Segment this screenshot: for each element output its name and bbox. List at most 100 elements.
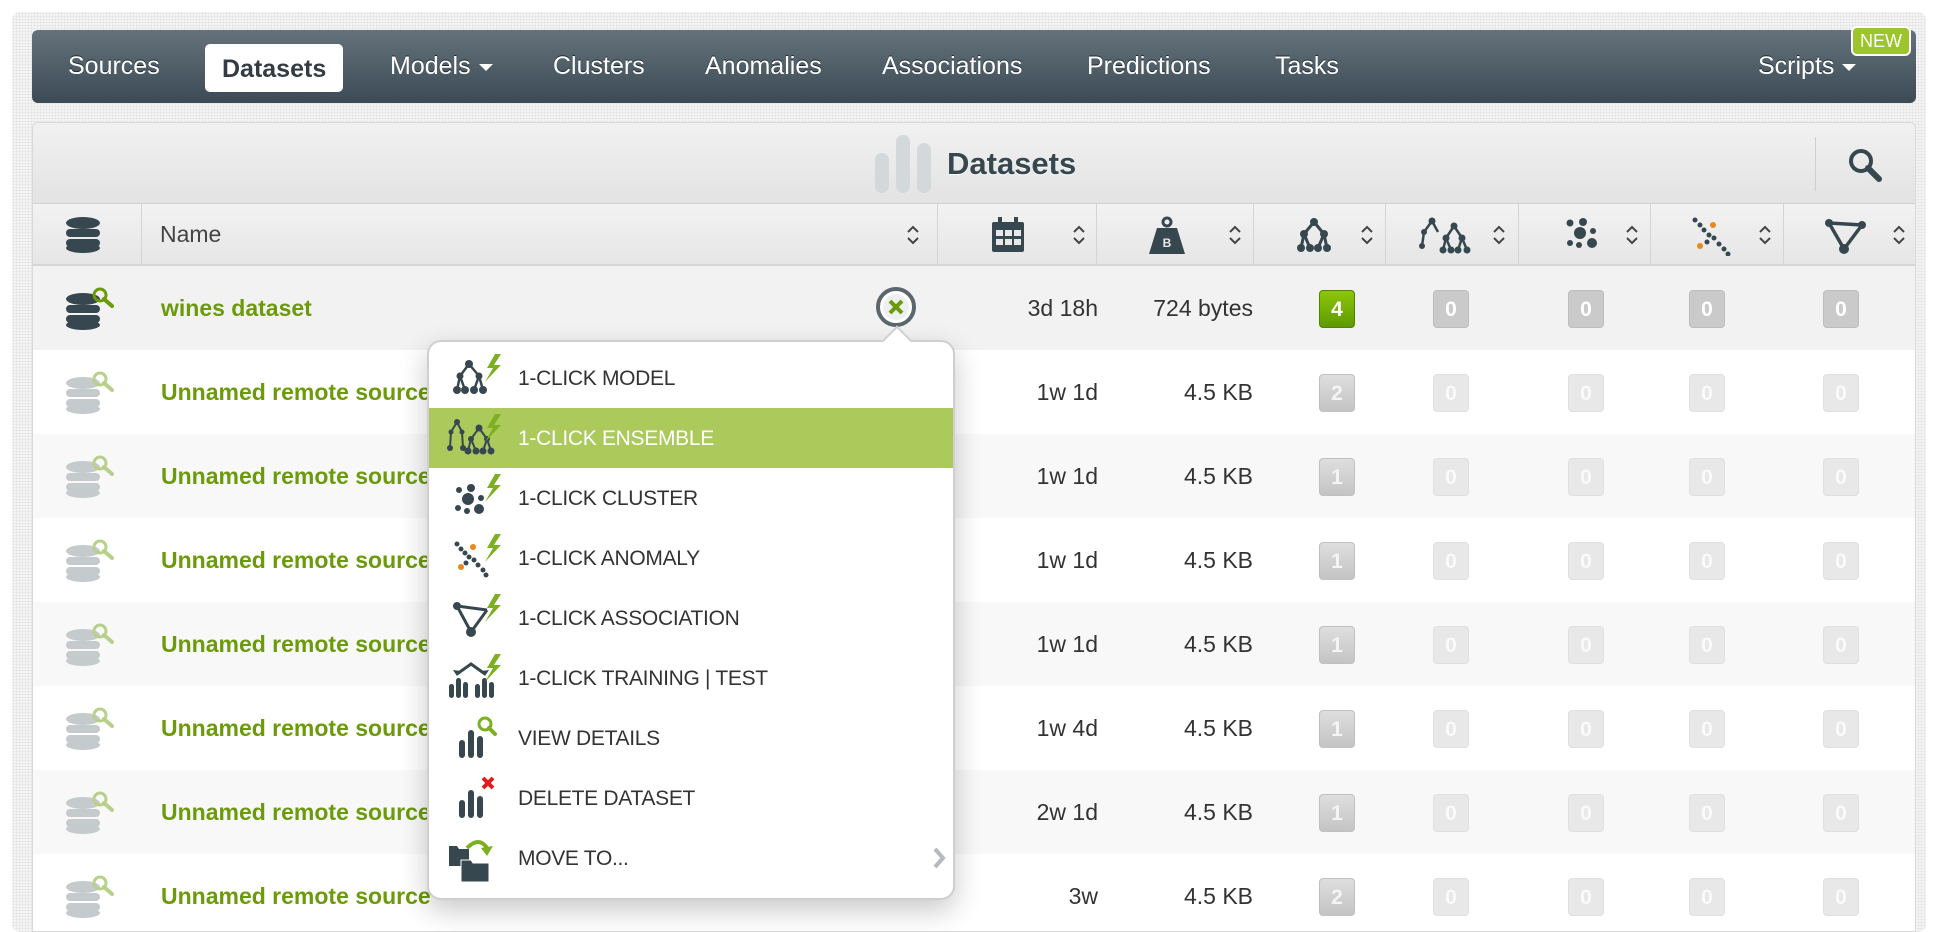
nav-tasks[interactable]: Tasks (1275, 30, 1339, 103)
table-row[interactable]: Unnamed remote source 1w 4d 4.5 KB 1 0 0 0 0 (33, 686, 1915, 770)
sort-icon[interactable] (1492, 224, 1506, 246)
associations-count-badge[interactable]: 0 (1823, 374, 1859, 412)
clusters-count-badge[interactable]: 0 (1568, 374, 1604, 412)
table-row[interactable]: Unnamed remote source 1w 1d 4.5 KB 1 0 0 0 0 (33, 434, 1915, 518)
menu-item-label: 1-CLICK MODEL (518, 367, 676, 390)
dataset-name-link[interactable]: Unnamed remote source (161, 770, 431, 854)
anomalies-count-badge[interactable]: 0 (1689, 542, 1725, 580)
clusters-count-badge[interactable]: 0 (1568, 878, 1604, 916)
anomalies-count-badge[interactable]: 0 (1689, 710, 1725, 748)
associations-count-badge[interactable]: 0 (1823, 626, 1859, 664)
sort-icon[interactable] (1072, 224, 1086, 246)
models-count-badge[interactable]: 1 (1319, 794, 1355, 832)
ensembles-count-badge[interactable]: 0 (1433, 794, 1469, 832)
column-name[interactable]: Name (142, 204, 938, 264)
dataset-name-link[interactable]: Unnamed remote source (161, 434, 431, 518)
ensembles-count-badge[interactable]: 0 (1433, 458, 1469, 496)
column-size[interactable]: B (1097, 204, 1254, 264)
associations-count-badge[interactable]: 0 (1823, 710, 1859, 748)
dataset-age: 1w 1d (1036, 547, 1098, 573)
nav-associations[interactable]: Associations (882, 30, 1022, 103)
anomalies-count-badge[interactable]: 0 (1689, 458, 1725, 496)
column-clusters[interactable] (1519, 204, 1651, 264)
models-count-badge[interactable]: 1 (1319, 542, 1355, 580)
dataset-age: 1w 4d (1036, 715, 1098, 741)
table-row[interactable]: wines dataset 3d 18h 724 bytes 4 0 0 0 0 (33, 266, 1915, 350)
menu-item-one-click-association[interactable]: 1-CLICK ASSOCIATION (429, 588, 953, 648)
clusters-count-badge[interactable]: 0 (1568, 794, 1604, 832)
nav-scripts[interactable]: Scripts (1758, 30, 1857, 103)
sort-icon[interactable] (1758, 224, 1772, 246)
models-count-badge[interactable]: 1 (1319, 458, 1355, 496)
nav-predictions[interactable]: Predictions (1087, 30, 1211, 103)
table-row[interactable]: Unnamed remote source 1w 1d 4.5 KB 1 0 0 0 0 (33, 518, 1915, 602)
column-associations[interactable] (1784, 204, 1915, 264)
anomalies-count-badge[interactable]: 0 (1689, 374, 1725, 412)
menu-item-move-to[interactable]: MOVE TO... (429, 828, 953, 888)
models-count-badge[interactable]: 2 (1319, 374, 1355, 412)
models-count-badge[interactable]: 1 (1319, 710, 1355, 748)
anomalies-count-badge[interactable]: 0 (1689, 626, 1725, 664)
column-models[interactable] (1254, 204, 1386, 264)
ensembles-count-badge[interactable]: 0 (1433, 290, 1469, 328)
models-count-badge[interactable]: 2 (1319, 878, 1355, 916)
sort-icon[interactable] (1228, 224, 1242, 246)
associations-count-badge[interactable]: 0 (1823, 878, 1859, 916)
nav-models[interactable]: Models (390, 30, 493, 103)
associations-count-badge[interactable]: 0 (1823, 290, 1859, 328)
ensembles-count-badge[interactable]: 0 (1433, 710, 1469, 748)
dataset-name-link[interactable]: Unnamed remote source (161, 350, 431, 434)
nav-anomalies[interactable]: Anomalies (705, 30, 822, 103)
dataset-name-link[interactable]: Unnamed remote source (161, 518, 431, 602)
nav-sources[interactable]: Sources (68, 30, 160, 103)
clusters-count-badge[interactable]: 0 (1568, 458, 1604, 496)
clusters-count-badge[interactable]: 0 (1568, 626, 1604, 664)
column-anomalies[interactable] (1651, 204, 1784, 264)
menu-item-one-click-model[interactable]: 1-CLICK MODEL (429, 348, 953, 408)
close-menu-icon[interactable] (876, 287, 916, 327)
clusters-count-badge[interactable]: 0 (1568, 290, 1604, 328)
menu-item-delete-dataset[interactable]: DELETE DATASET (429, 768, 953, 828)
table-row[interactable]: Unnamed remote source 1w 1d 4.5 KB 1 0 0 0 0 (33, 602, 1915, 686)
menu-item-one-click-cluster[interactable]: 1-CLICK CLUSTER (429, 468, 953, 528)
ensembles-count-badge[interactable]: 0 (1433, 374, 1469, 412)
dataset-name-link[interactable]: wines dataset (161, 266, 312, 350)
nav-datasets[interactable]: Datasets (205, 44, 344, 92)
column-ensembles[interactable] (1386, 204, 1519, 264)
table-row[interactable]: Unnamed remote source 1w 1d 4.5 KB 2 0 0 0 0 (33, 350, 1915, 434)
sort-icon[interactable] (1625, 224, 1639, 246)
menu-item-label: 1-CLICK TRAINING | TEST (518, 667, 768, 690)
models-count-badge[interactable]: 1 (1319, 626, 1355, 664)
datasets-logo-icon (875, 135, 931, 193)
sort-icon[interactable] (906, 224, 920, 246)
anomalies-count-badge[interactable]: 0 (1689, 794, 1725, 832)
dataset-size: 4.5 KB (1183, 463, 1253, 489)
clusters-count-badge[interactable]: 0 (1568, 542, 1604, 580)
search-icon[interactable] (1845, 145, 1885, 185)
nav-clusters[interactable]: Clusters (553, 30, 645, 103)
anomalies-count-badge[interactable]: 0 (1689, 878, 1725, 916)
associations-count-badge[interactable]: 0 (1823, 458, 1859, 496)
anomalies-count-badge[interactable]: 0 (1689, 290, 1725, 328)
sort-icon[interactable] (1892, 224, 1906, 246)
associations-count-badge[interactable]: 0 (1823, 542, 1859, 580)
table-row[interactable]: Unnamed remote source 3w 4.5 KB 2 0 0 0 0 (33, 854, 1915, 931)
dataset-name-link[interactable]: Unnamed remote source (161, 602, 431, 686)
dataset-size: 724 bytes (1153, 295, 1253, 321)
column-age[interactable] (938, 204, 1097, 264)
sort-icon[interactable] (1360, 224, 1374, 246)
ensembles-count-badge[interactable]: 0 (1433, 626, 1469, 664)
associations-count-badge[interactable]: 0 (1823, 794, 1859, 832)
table-row[interactable]: Unnamed remote source 2w 1d 4.5 KB 1 0 0 0 0 (33, 770, 1915, 854)
clusters-count-badge[interactable]: 0 (1568, 710, 1604, 748)
nav-models-label: Models (390, 52, 471, 80)
dataset-name-link[interactable]: Unnamed remote source (161, 686, 431, 770)
menu-item-one-click-training-test[interactable]: 1-CLICK TRAINING | TEST (429, 648, 953, 708)
menu-item-view-details[interactable]: VIEW DETAILS (429, 708, 953, 768)
ensembles-count-badge[interactable]: 0 (1433, 878, 1469, 916)
dataset-name-link[interactable]: Unnamed remote source (161, 854, 431, 931)
models-count-badge[interactable]: 4 (1319, 290, 1355, 328)
menu-item-one-click-ensemble[interactable]: 1-CLICK ENSEMBLE (429, 408, 953, 468)
ensembles-count-badge[interactable]: 0 (1433, 542, 1469, 580)
menu-item-one-click-anomaly[interactable]: 1-CLICK ANOMALY (429, 528, 953, 588)
